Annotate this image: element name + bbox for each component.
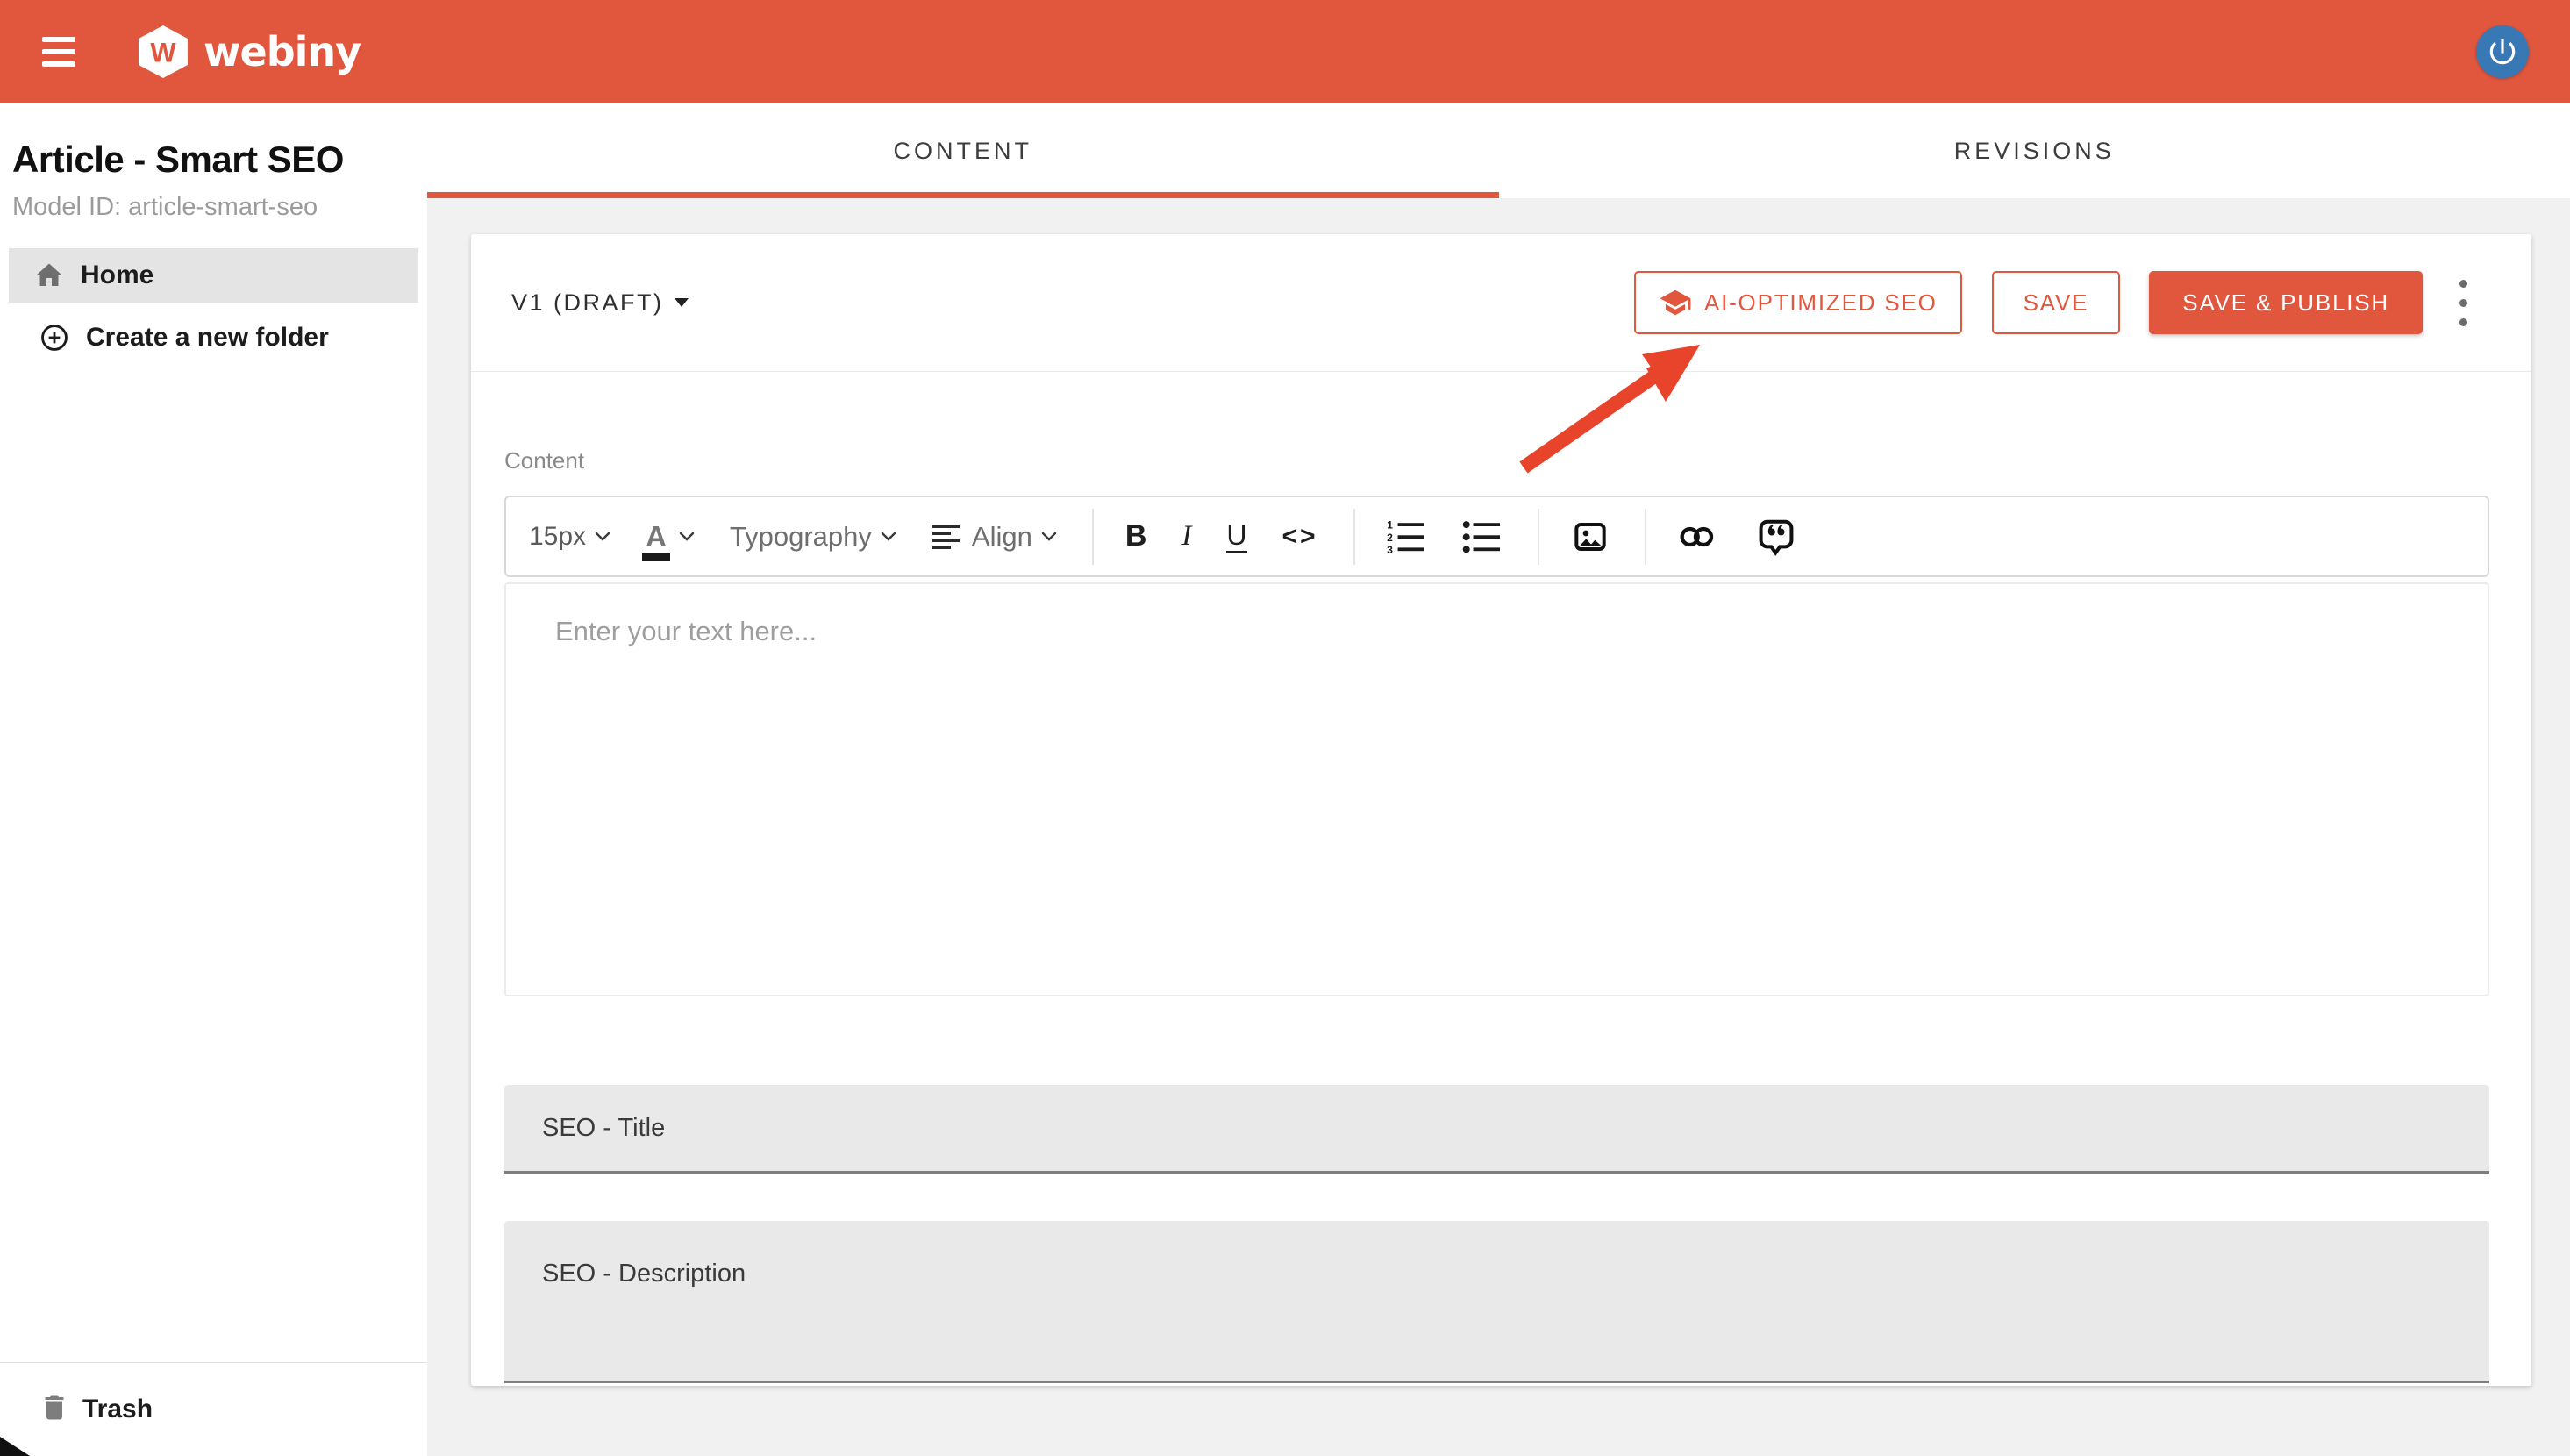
font-color-dropdown[interactable]: A [646,522,695,551]
toolbar-separator [1538,509,1539,565]
entry-card-header: V1 (DRAFT) AI-OPTIMIZED SEO SAVE SAVE & … [471,234,2531,372]
link-icon [1678,525,1722,549]
numbered-list-icon: 1 2 3 [1387,519,1427,554]
version-label: V1 (DRAFT) [511,289,664,317]
numbered-list-button[interactable]: 1 2 3 [1387,519,1427,554]
toolbar-separator [1353,509,1355,565]
toolbar-separator [1092,509,1094,565]
svg-text:2: 2 [1387,531,1393,543]
chevron-down-icon [675,298,689,307]
sidebar-item-home[interactable]: Home [9,248,418,303]
insert-image-button[interactable] [1571,519,1610,554]
code-button[interactable]: <> [1282,522,1318,552]
model-id-label: Model ID: article-smart-seo [12,193,318,222]
seo-title-input[interactable]: SEO - Title [504,1085,2489,1174]
bold-button[interactable]: B [1125,519,1147,553]
content-field-label: Content [504,447,584,475]
save-button[interactable]: SAVE [1992,271,2121,334]
svg-text:3: 3 [1387,543,1393,553]
font-size-value: 15px [529,522,586,552]
power-icon [2486,35,2519,68]
webiny-wordmark: webiny [203,28,361,75]
home-icon [32,260,67,291]
plus-circle-icon [37,323,72,353]
block-quote-button[interactable] [1757,517,1795,556]
sidebar-item-create-folder[interactable]: Create a new folder [9,311,418,364]
toolbar-separator [1645,509,1646,565]
svg-text:W: W [150,37,176,68]
quote-icon [1757,517,1795,556]
mouse-cursor [0,1435,35,1456]
bulleted-list-icon [1462,519,1503,554]
tab-bar: CONTENT REVISIONS [427,103,2570,198]
align-dropdown[interactable]: Align [932,521,1057,553]
rich-text-toolbar: 15px A Typography Align B I U <> [504,496,2489,577]
typography-dropdown[interactable]: Typography [730,521,896,553]
sidebar-item-label: Create a new folder [86,323,329,353]
svg-text:1: 1 [1387,519,1393,532]
hamburger-menu-icon[interactable] [42,37,75,67]
seo-description-label: SEO - Description [542,1260,2489,1288]
sidebar: Article - Smart SEO Model ID: article-sm… [0,103,427,1456]
seo-title-label: SEO - Title [542,1114,665,1143]
trash-label: Trash [82,1395,153,1424]
more-options-kebab-icon[interactable] [2444,271,2482,334]
underline-button[interactable]: U [1226,519,1246,554]
italic-button[interactable]: I [1181,520,1191,553]
trash-icon [39,1392,70,1428]
app-bar: W webiny [0,0,2570,103]
seo-description-input[interactable]: SEO - Description [504,1221,2489,1383]
sidebar-item-label: Home [81,261,153,290]
align-icon [932,523,963,551]
save-and-publish-button[interactable]: SAVE & PUBLISH [2149,271,2423,334]
font-size-dropdown[interactable]: 15px [529,522,610,552]
typography-label: Typography [730,521,872,553]
webiny-logo[interactable]: W webiny [139,25,361,78]
chevron-down-icon [1041,532,1057,541]
ai-optimized-seo-button[interactable]: AI-OPTIMIZED SEO [1634,271,1962,334]
rich-text-editor-area[interactable]: Enter your text here... [504,582,2489,996]
user-avatar[interactable] [2476,25,2529,78]
ai-optimized-seo-label: AI-OPTIMIZED SEO [1704,289,1938,317]
chevron-down-icon [595,532,610,541]
tab-revisions[interactable]: REVISIONS [1499,103,2570,198]
chevron-down-icon [881,532,896,541]
school-icon [1659,286,1692,319]
sidebar-item-trash[interactable]: Trash [0,1362,427,1456]
page-title: Article - Smart SEO [12,139,344,181]
entry-card: V1 (DRAFT) AI-OPTIMIZED SEO SAVE SAVE & … [471,234,2531,1386]
align-label: Align [972,521,1032,553]
tab-content[interactable]: CONTENT [427,103,1499,198]
chevron-down-icon [679,532,695,541]
insert-link-button[interactable] [1678,525,1722,549]
font-color-glyph: A [646,522,667,551]
image-icon [1571,519,1610,554]
webiny-hexagon-icon: W [139,25,188,78]
version-dropdown[interactable]: V1 (DRAFT) [511,289,689,317]
bulleted-list-button[interactable] [1462,519,1503,554]
editor-placeholder: Enter your text here... [555,616,817,647]
